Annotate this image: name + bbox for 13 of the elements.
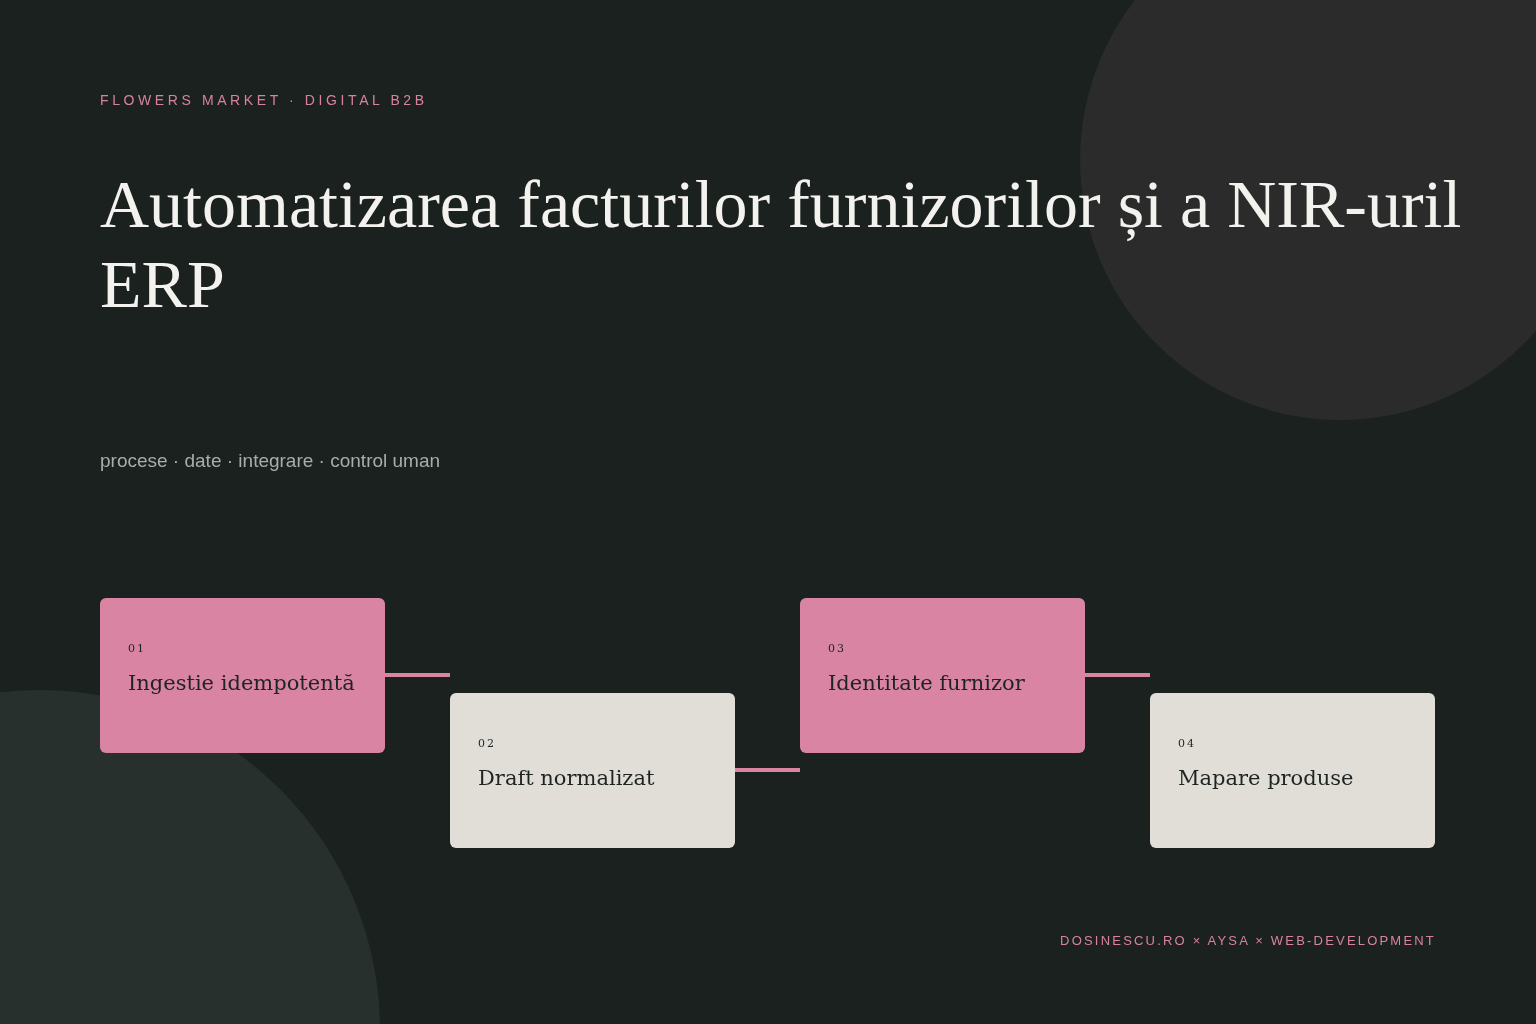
step-label: Mapare produse: [1178, 766, 1354, 790]
step-label: Draft normalizat: [478, 766, 655, 790]
step-number: 01: [128, 642, 146, 655]
step-label: Ingestie idempotentă: [128, 671, 355, 695]
step-number: 04: [1178, 737, 1196, 750]
step-number: 03: [828, 642, 846, 655]
step-number: 02: [478, 737, 496, 750]
page-title: ERP: [100, 245, 225, 324]
eyebrow-text: FLOWERS MARKET · DIGITAL B2B: [100, 92, 428, 108]
subtitle-text: procese · date · integrare · control uman: [100, 450, 441, 472]
footer-credits: DOSINESCU.RO × AYSA × WEB-DEVELOPMENT: [1060, 933, 1436, 948]
page-title: Automatizarea facturilor furnizorilor și a NIR-uril: [100, 165, 1462, 244]
step-label: Identitate furnizor: [828, 671, 1025, 695]
